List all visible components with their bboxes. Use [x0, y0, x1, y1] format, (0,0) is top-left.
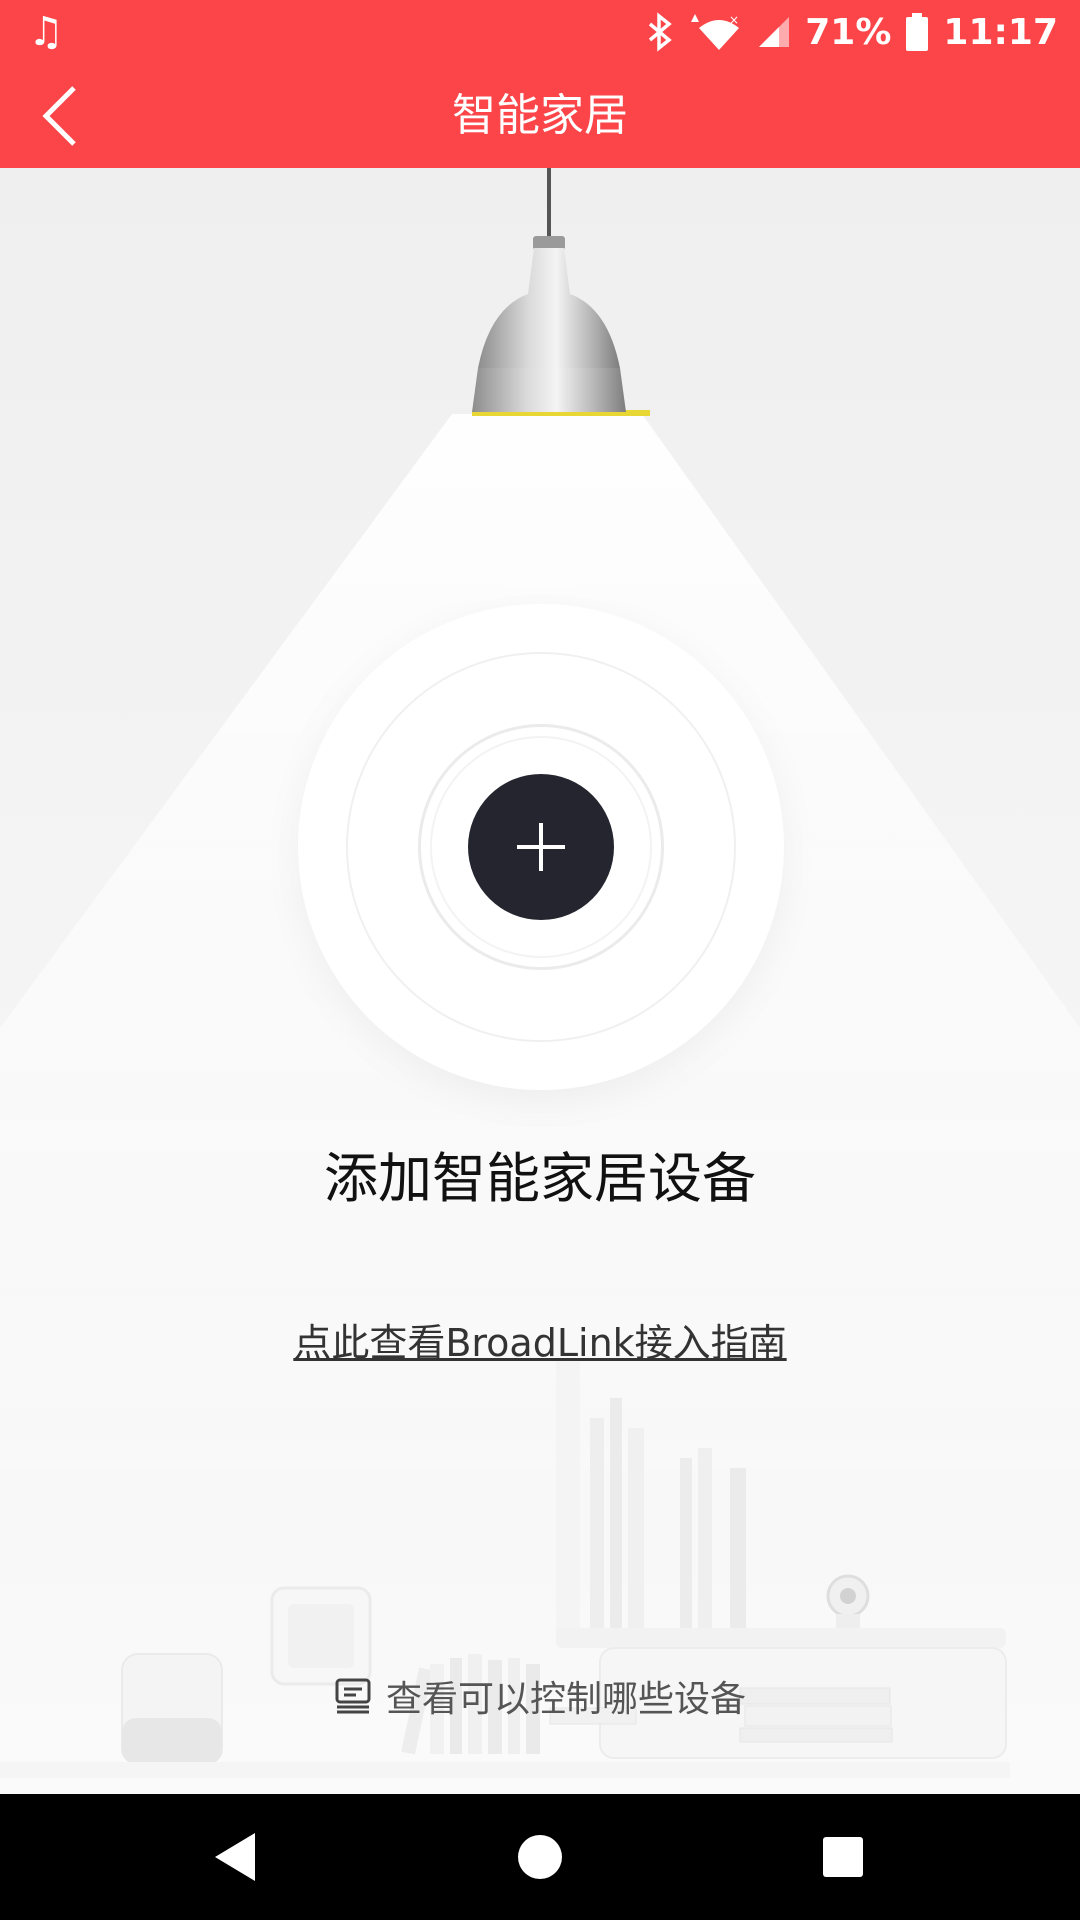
status-icons: × 71% 11:17 [645, 0, 1058, 64]
wifi-icon: × [691, 13, 739, 50]
add-device-title: 添加智能家居设备 [324, 1147, 756, 1210]
main-content: 添加智能家居设备 点此查看BroadLink接入指南 查看可以控制哪些设备 [0, 168, 1080, 1794]
plus-icon [517, 823, 565, 871]
status-bar: ♫ × 71% 11:17 [0, 0, 1080, 64]
battery-icon [906, 13, 929, 51]
music-note-icon: ♫ [28, 9, 64, 55]
nav-home-button[interactable] [505, 1822, 575, 1892]
broadlink-guide-link[interactable]: 点此查看BroadLink接入指南 [0, 1318, 1080, 1368]
nav-back-button[interactable] [200, 1822, 270, 1892]
supported-devices-label: 查看可以控制哪些设备 [385, 1679, 746, 1720]
system-nav-bar [0, 1794, 1080, 1920]
pendant-lamp-image [472, 168, 650, 416]
triangle-back-icon [215, 1833, 255, 1881]
bluetooth-icon [649, 12, 672, 52]
add-device-button[interactable] [468, 774, 614, 920]
device-list-icon [335, 1678, 371, 1714]
signal-icon [759, 17, 790, 47]
square-recents-icon [823, 1837, 863, 1877]
svg-text:×: × [729, 13, 739, 27]
clock: 11:17 [943, 11, 1058, 53]
page-title: 智能家居 [452, 90, 628, 141]
app-header: 智能家居 [0, 64, 1080, 168]
supported-devices-link[interactable]: 查看可以控制哪些设备 [0, 1666, 1080, 1726]
battery-percent: 71% [805, 11, 892, 53]
nav-recents-button[interactable] [808, 1822, 878, 1892]
circle-home-icon [518, 1835, 562, 1879]
